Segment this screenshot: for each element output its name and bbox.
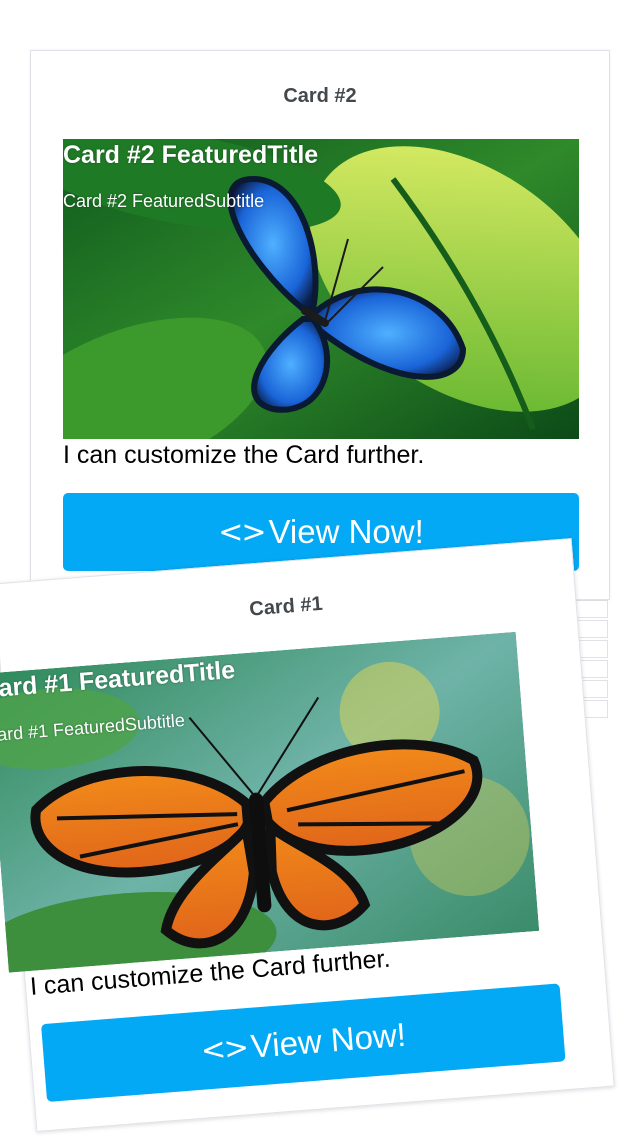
view-now-label: View Now!	[268, 513, 424, 550]
featured-image: Card #1 FeaturedTitle Card #1 FeaturedSu…	[0, 631, 540, 973]
card-title: Card #1	[248, 592, 324, 621]
card-stack-stage: Card #2 Card #2 FeaturedTitle Card #2 Fe…	[0, 0, 640, 1136]
featured-title: Card #2 FeaturedTitle	[63, 141, 319, 169]
card-1[interactable]: Card #1 Card #1 FeaturedTitle Card #1 Fe…	[0, 538, 615, 1132]
card-2[interactable]: Card #2 Card #2 FeaturedTitle Card #2 Fe…	[30, 50, 610, 600]
card-body-text: I can customize the Card further.	[63, 441, 425, 469]
card-title: Card #2	[283, 85, 357, 107]
blue-butterfly-image	[63, 139, 579, 439]
code-icon: <>	[199, 1029, 249, 1069]
view-now-label: View Now!	[249, 1015, 408, 1065]
code-icon: <>	[218, 514, 266, 550]
featured-subtitle: Card #2 FeaturedSubtitle	[63, 191, 265, 211]
featured-image: Card #2 FeaturedTitle Card #2 FeaturedSu…	[63, 139, 579, 439]
view-now-button[interactable]: <> View Now!	[41, 983, 566, 1102]
